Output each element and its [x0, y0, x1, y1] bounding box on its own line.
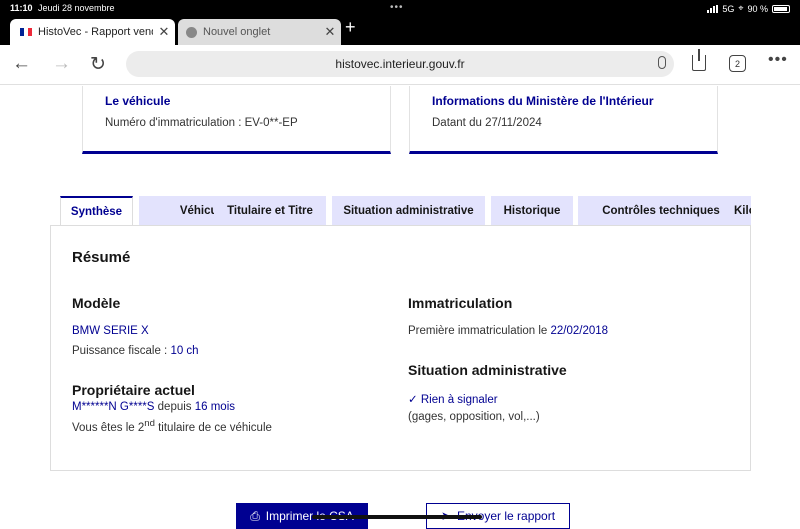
browser-tab-title: Nouvel onglet	[203, 26, 271, 38]
check-icon: ✓	[408, 394, 421, 406]
model-name: BMW SERIE X	[72, 325, 149, 337]
vehicle-card: Le véhicule Numéro d'immatriculation : E…	[82, 86, 391, 154]
french-flag-icon	[20, 28, 32, 36]
status-bar: 11:10 Jeudi 28 novembre ••• 5G ⌖ 90 %	[0, 0, 800, 17]
fiscal-power-label: Puissance fiscale :	[72, 345, 171, 357]
reload-icon[interactable]: ↻	[90, 53, 106, 76]
new-tab-plus-icon[interactable]: +	[345, 17, 356, 38]
registration-number: Numéro d'immatriculation : EV-0**-EP	[105, 117, 298, 129]
tab-kilometrage[interactable]: Kilométrage	[731, 196, 751, 225]
owner-rank-prefix: Vous êtes le	[72, 421, 138, 434]
first-registration-date: 22/02/2018	[550, 325, 609, 337]
owner-heading: Propriétaire actuel	[72, 382, 195, 398]
summary-title: Résumé	[72, 249, 131, 266]
printer-icon: ⎙	[250, 508, 260, 523]
owner-line: M******N G****S depuis 16 mois	[72, 401, 235, 413]
owner-rank-sup: nd	[144, 418, 155, 429]
model-heading: Modèle	[72, 295, 121, 311]
fiscal-power-value: 10 ch	[170, 345, 199, 357]
tab-synthese[interactable]: Synthèse	[60, 196, 133, 226]
owner-rank-suffix: titulaire de ce véhicule	[154, 421, 272, 434]
browser-tab-strip: HistoVec - Rapport vendeur ✕ Nouvel ongl…	[0, 17, 800, 45]
browser-tab-title: HistoVec - Rapport vendeur	[38, 26, 153, 38]
first-registration: Première immatriculation le 22/02/2018	[408, 325, 608, 337]
vehicle-card-title: Le véhicule	[105, 94, 171, 108]
browser-toolbar: ← → ↻ histovec.interieur.gouv.fr 2 •••	[0, 45, 800, 85]
status-date: Jeudi 28 novembre	[38, 3, 115, 13]
globe-icon	[186, 26, 197, 38]
network-label: 5G	[722, 3, 735, 14]
battery-icon	[772, 4, 790, 13]
address-bar-url: histovec.interieur.gouv.fr	[335, 57, 465, 71]
tab-historique[interactable]: Historique	[491, 196, 573, 225]
admin-detail: (gages, opposition, vol,...)	[408, 411, 540, 423]
close-tab-icon[interactable]: ✕	[319, 24, 341, 40]
microphone-icon[interactable]	[658, 56, 666, 69]
close-tab-icon[interactable]: ✕	[153, 24, 175, 40]
browser-tab-histovec[interactable]: HistoVec - Rapport vendeur ✕	[10, 19, 175, 45]
share-icon[interactable]	[692, 49, 706, 71]
ministry-card: Informations du Ministère de l'Intérieur…	[409, 86, 718, 154]
owner-since-value: 16 mois	[194, 401, 236, 413]
address-bar[interactable]: histovec.interieur.gouv.fr	[126, 51, 674, 77]
more-menu-icon[interactable]: •••	[768, 51, 788, 69]
admin-status-text: Rien à signaler	[420, 394, 498, 406]
owner-name: M******N G****S	[72, 401, 155, 413]
admin-heading: Situation administrative	[408, 362, 567, 378]
multitask-dots-icon[interactable]: •••	[390, 2, 404, 13]
back-arrow-icon[interactable]: ←	[12, 53, 31, 75]
forward-arrow-icon[interactable]: →	[52, 53, 71, 75]
tab-titulaire[interactable]: Titulaire et Titre	[214, 196, 326, 225]
browser-tab-new[interactable]: Nouvel onglet ✕	[178, 19, 341, 45]
battery-label: 90 %	[747, 3, 768, 14]
tab-controles-techniques[interactable]: Contrôles techniques	[578, 196, 744, 225]
fiscal-power: Puissance fiscale : 10 ch	[72, 345, 199, 357]
signal-icon	[707, 4, 719, 13]
tab-situation-administrative[interactable]: Situation administrative	[332, 196, 485, 225]
registration-heading: Immatriculation	[408, 295, 513, 311]
tab-count-button[interactable]: 2	[729, 55, 746, 72]
ministry-date: Datant du 27/11/2024	[432, 117, 542, 129]
status-time: 11:10	[10, 3, 33, 13]
owner-rank: Vous êtes le 2nd titulaire de ce véhicul…	[72, 418, 272, 434]
first-registration-label: Première immatriculation le	[408, 325, 551, 337]
admin-status: ✓ Rien à signaler	[408, 392, 498, 406]
location-icon: ⌖	[738, 3, 744, 13]
status-right: 5G ⌖ 90 %	[707, 3, 790, 14]
home-indicator[interactable]	[312, 515, 482, 519]
owner-since-label: depuis	[154, 401, 195, 413]
ministry-card-title: Informations du Ministère de l'Intérieur	[432, 94, 654, 108]
